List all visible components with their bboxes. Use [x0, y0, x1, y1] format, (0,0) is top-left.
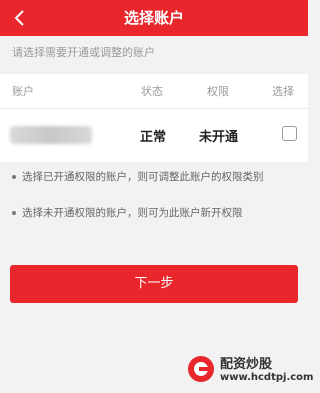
- column-header-status: 状态: [141, 85, 163, 98]
- next-step-button[interactable]: 下一步: [10, 265, 298, 303]
- status-cell: 正常: [140, 130, 167, 145]
- instruction-text: 请选择需要开通或调整的账户: [12, 46, 155, 59]
- watermark-logo-icon: [188, 356, 214, 382]
- watermark-url: www.hcdtpj.com: [220, 372, 314, 383]
- column-header-permission: 权限: [207, 85, 229, 98]
- note-item: 选择已开通权限的账户，则可调整此账户的权限类别: [12, 170, 284, 185]
- divider: [0, 108, 308, 109]
- top-bar: 选择账户: [0, 0, 308, 36]
- watermark-title: 配资炒股: [220, 357, 273, 372]
- account-number-blurred: [10, 126, 92, 144]
- bullet-icon: [12, 211, 16, 215]
- account-table: 账户 状态 权限 选择 正常 未开通: [0, 74, 308, 162]
- permission-cell: 未开通: [199, 130, 239, 145]
- page-title: 选择账户: [123, 9, 184, 27]
- select-checkbox[interactable]: [282, 126, 297, 141]
- bullet-icon: [12, 175, 16, 179]
- note-item: 选择未开通权限的账户，则可为此账户新开权限: [12, 206, 284, 221]
- column-header-account: 账户: [12, 85, 34, 98]
- watermark: 配资炒股 www.hcdtpj.com: [186, 350, 313, 390]
- column-header-select: 选择: [272, 85, 294, 98]
